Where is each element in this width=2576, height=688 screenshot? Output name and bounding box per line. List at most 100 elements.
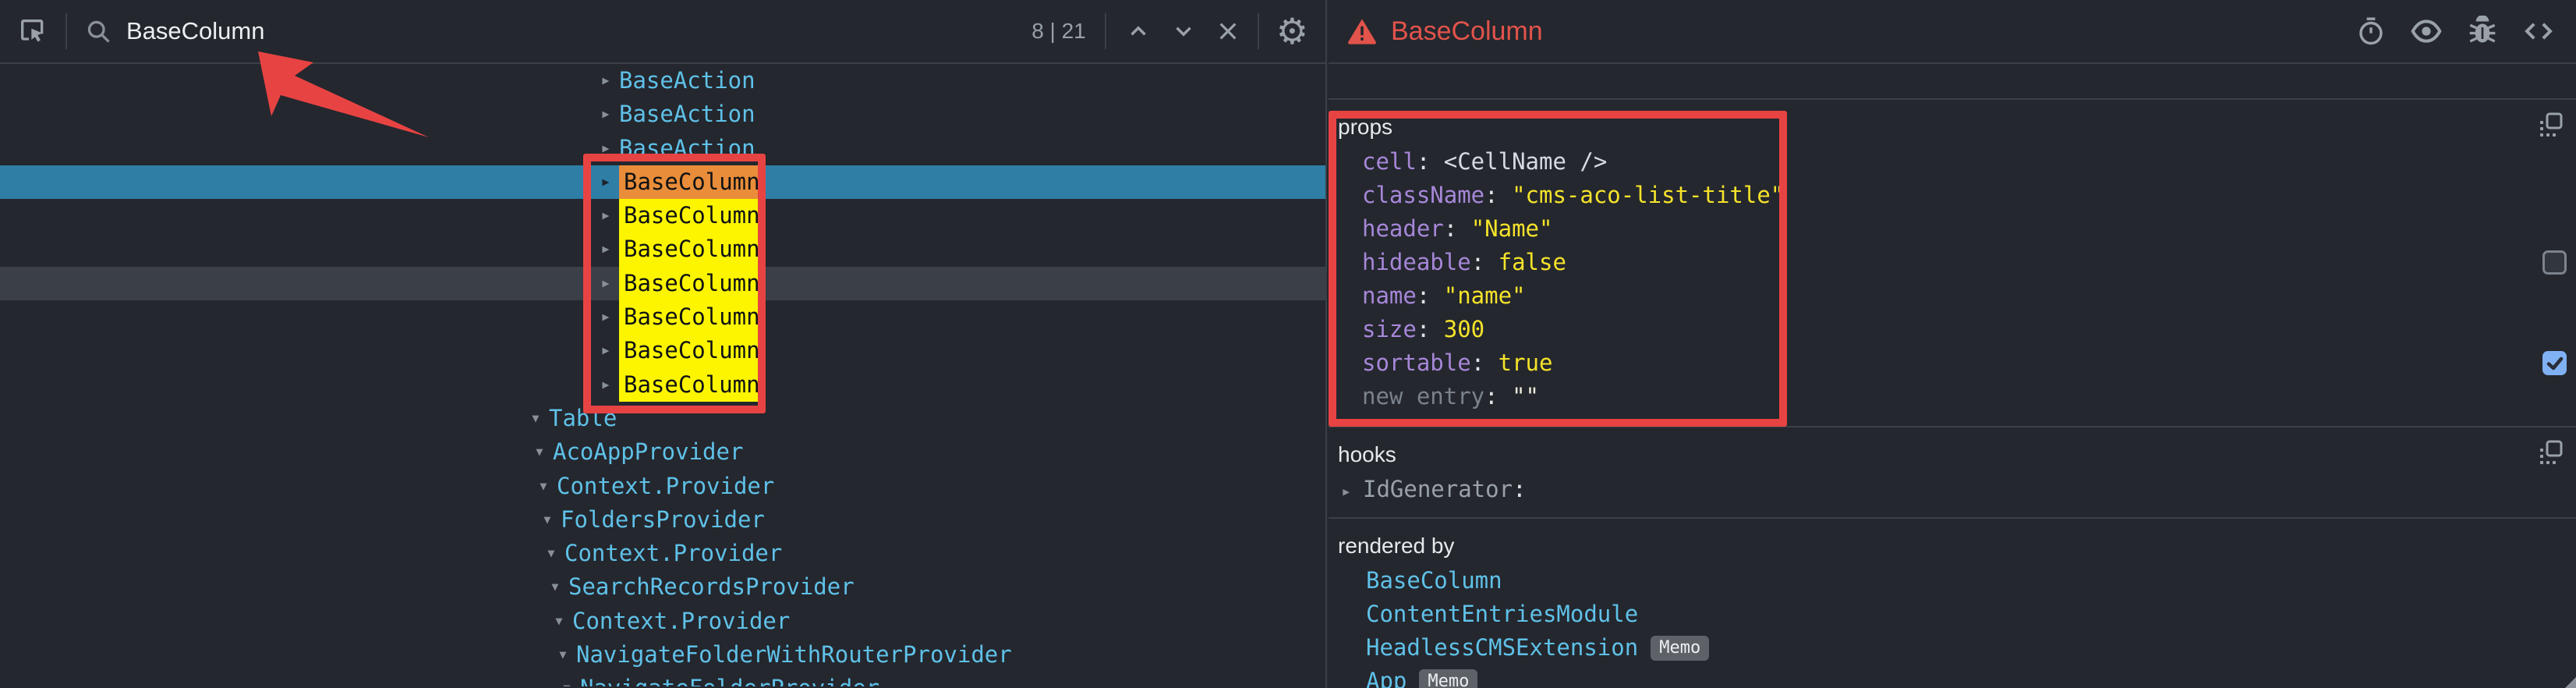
tree-row-basecolumn[interactable]: ▸BaseColumn	[0, 300, 1325, 334]
collapse-arrow-icon[interactable]: ▾	[561, 672, 580, 686]
tree-toolbar: BaseColumn 8 | 21 ⚙	[0, 0, 1325, 64]
prop-row-size[interactable]: size: 300	[1329, 313, 2576, 346]
component-name: SearchRecordsProvider	[568, 570, 855, 604]
warning-triangle-icon	[1346, 16, 1378, 47]
prop-key: cell	[1362, 148, 1417, 175]
tree-row-table[interactable]: ▾Table	[0, 402, 1325, 435]
prop-value[interactable]: "cms-aco-list-title"	[1512, 182, 1784, 208]
expand-arrow-icon[interactable]: ▸	[1341, 475, 1363, 509]
prop-row-cell[interactable]: cell: <CellName />	[1329, 145, 2576, 179]
tree-row-basecolumn[interactable]: ▸BaseColumn	[0, 368, 1325, 402]
toolbar-divider	[1105, 13, 1106, 49]
tree-row-searchrecordsprovider[interactable]: ▾SearchRecordsProvider	[0, 570, 1325, 604]
inspect-element-icon[interactable]	[17, 16, 48, 47]
expand-arrow-icon[interactable]: ▸	[600, 132, 619, 165]
tree-row-foldersprovider[interactable]: ▾FoldersProvider	[0, 503, 1325, 537]
component-name: FoldersProvider	[561, 503, 765, 537]
prop-separator: :	[1484, 182, 1512, 208]
prop-value[interactable]: "name"	[1444, 282, 1526, 309]
owner-component-link[interactable]: App	[1366, 665, 1407, 688]
collapse-arrow-icon[interactable]: ▾	[530, 402, 549, 435]
component-inspector-panel: BaseColumn	[1329, 0, 2576, 688]
owner-component-link[interactable]: ContentEntriesModule	[1366, 598, 1638, 631]
collapse-arrow-icon[interactable]: ▾	[554, 605, 572, 638]
expand-arrow-icon[interactable]: ▸	[600, 98, 619, 131]
prop-value[interactable]: <CellName />	[1444, 148, 1608, 175]
prop-value[interactable]: "Name"	[1471, 215, 1553, 242]
inspector-actions	[2356, 16, 2556, 47]
tree-row-basecolumn[interactable]: ▸BaseColumn	[0, 334, 1325, 367]
collapse-arrow-icon[interactable]: ▾	[546, 537, 564, 570]
clear-search-button[interactable]	[1215, 19, 1240, 44]
collapse-arrow-icon[interactable]: ▾	[542, 503, 561, 537]
react-devtools-window: BaseColumn 8 | 21 ⚙ ▸BaseAction▸BaseActi…	[0, 0, 2576, 688]
tree-row-navigatefolderprovider[interactable]: ▾NavigateFolderProvider	[0, 672, 1325, 686]
checkbox-unchecked[interactable]	[2542, 250, 2567, 275]
next-match-button[interactable]	[1170, 18, 1197, 44]
tree-row-baseaction[interactable]: ▸BaseAction	[0, 132, 1325, 165]
component-name: BaseColumn	[619, 368, 765, 402]
expand-arrow-icon[interactable]: ▸	[600, 165, 619, 199]
tree-row-baseaction[interactable]: ▸BaseAction	[0, 64, 1325, 98]
prop-row-className[interactable]: className: "cms-aco-list-title"	[1329, 179, 2576, 212]
collapse-arrow-icon[interactable]: ▾	[534, 435, 553, 469]
component-name: Context.Provider	[564, 537, 782, 570]
tree-row-navigatefolderwithrouterprovider[interactable]: ▾NavigateFolderWithRouterProvider	[0, 638, 1325, 672]
expand-arrow-icon[interactable]: ▸	[600, 232, 619, 266]
tree-row-basecolumn[interactable]: ▸BaseColumn	[0, 232, 1325, 266]
prop-value[interactable]: ""	[1512, 383, 1539, 410]
prop-row-name[interactable]: name: "name"	[1329, 279, 2576, 313]
collapse-arrow-icon[interactable]: ▾	[557, 638, 576, 672]
inspector-header: BaseColumn	[1329, 0, 2576, 64]
expand-arrow-icon[interactable]: ▸	[600, 199, 619, 232]
checkbox-checked[interactable]	[2542, 351, 2567, 375]
previous-match-button[interactable]	[1125, 18, 1152, 44]
collapse-arrow-icon[interactable]: ▾	[550, 570, 568, 604]
hook-key: IdGenerator	[1363, 476, 1513, 502]
expand-arrow-icon[interactable]: ▸	[600, 300, 619, 334]
prop-value[interactable]: 300	[1444, 316, 1484, 342]
toolbar-divider	[65, 13, 67, 49]
owner-component-link[interactable]: HeadlessCMSExtension	[1366, 631, 1638, 665]
expand-arrow-icon[interactable]: ▸	[600, 334, 619, 367]
tree-row-basecolumn[interactable]: ▸BaseColumn	[0, 199, 1325, 232]
component-name: BaseAction	[619, 98, 755, 131]
tree-row-basecolumn[interactable]: ▸BaseColumn	[0, 165, 1325, 199]
log-to-console-bug-icon[interactable]	[2467, 16, 2498, 47]
prop-value[interactable]: true	[1499, 349, 1553, 376]
prop-row-header[interactable]: header: "Name"	[1329, 212, 2576, 246]
tree-row-context-provider[interactable]: ▾Context.Provider	[0, 470, 1325, 503]
copy-props-icon[interactable]	[2539, 112, 2564, 137]
prop-row-hideable[interactable]: hideable: false	[1329, 246, 2576, 279]
component-name: BaseAction	[619, 132, 755, 165]
rendered-by-section: rendered by BaseColumnContentEntriesModu…	[1329, 519, 2576, 688]
tree-row-context-provider[interactable]: ▾Context.Provider	[0, 605, 1325, 638]
inspect-dom-eye-icon[interactable]	[2409, 16, 2443, 47]
tree-row-acoappprovider[interactable]: ▾AcoAppProvider	[0, 435, 1325, 469]
tree-row-baseaction[interactable]: ▸BaseAction	[0, 98, 1325, 131]
search-input[interactable]: BaseColumn	[126, 17, 1031, 45]
settings-gear-icon[interactable]: ⚙	[1276, 13, 1308, 49]
hook-row-idgenerator[interactable]: ▸IdGenerator:	[1329, 473, 2576, 506]
copy-hooks-icon[interactable]	[2539, 440, 2564, 465]
expand-arrow-icon[interactable]: ▸	[600, 368, 619, 402]
tree-row-basecolumn[interactable]: ▸BaseColumn	[0, 267, 1325, 300]
component-name: BaseColumn	[619, 334, 765, 367]
prop-key: new entry	[1362, 383, 1484, 410]
rendered-by-row: HeadlessCMSExtensionMemo	[1329, 631, 2576, 665]
props-section-label: props	[1329, 100, 2576, 145]
tree-row-context-provider[interactable]: ▾Context.Provider	[0, 537, 1325, 570]
owner-component-link[interactable]: BaseColumn	[1366, 564, 1502, 598]
window-resize-grip[interactable]	[2565, 677, 2576, 688]
expand-arrow-icon[interactable]: ▸	[600, 64, 619, 98]
view-source-code-icon[interactable]	[2521, 16, 2556, 47]
toolbar-divider	[1258, 13, 1259, 49]
prop-key: size	[1362, 316, 1417, 342]
prop-row-sortable[interactable]: sortable: true	[1329, 346, 2576, 380]
prop-row-new-entry[interactable]: new entry: ""	[1329, 380, 2576, 413]
expand-arrow-icon[interactable]: ▸	[600, 267, 619, 300]
collapse-arrow-icon[interactable]: ▾	[538, 470, 557, 503]
prop-value[interactable]: false	[1499, 249, 1566, 275]
suspend-stopwatch-icon[interactable]	[2356, 16, 2386, 47]
search-icon	[84, 17, 112, 45]
